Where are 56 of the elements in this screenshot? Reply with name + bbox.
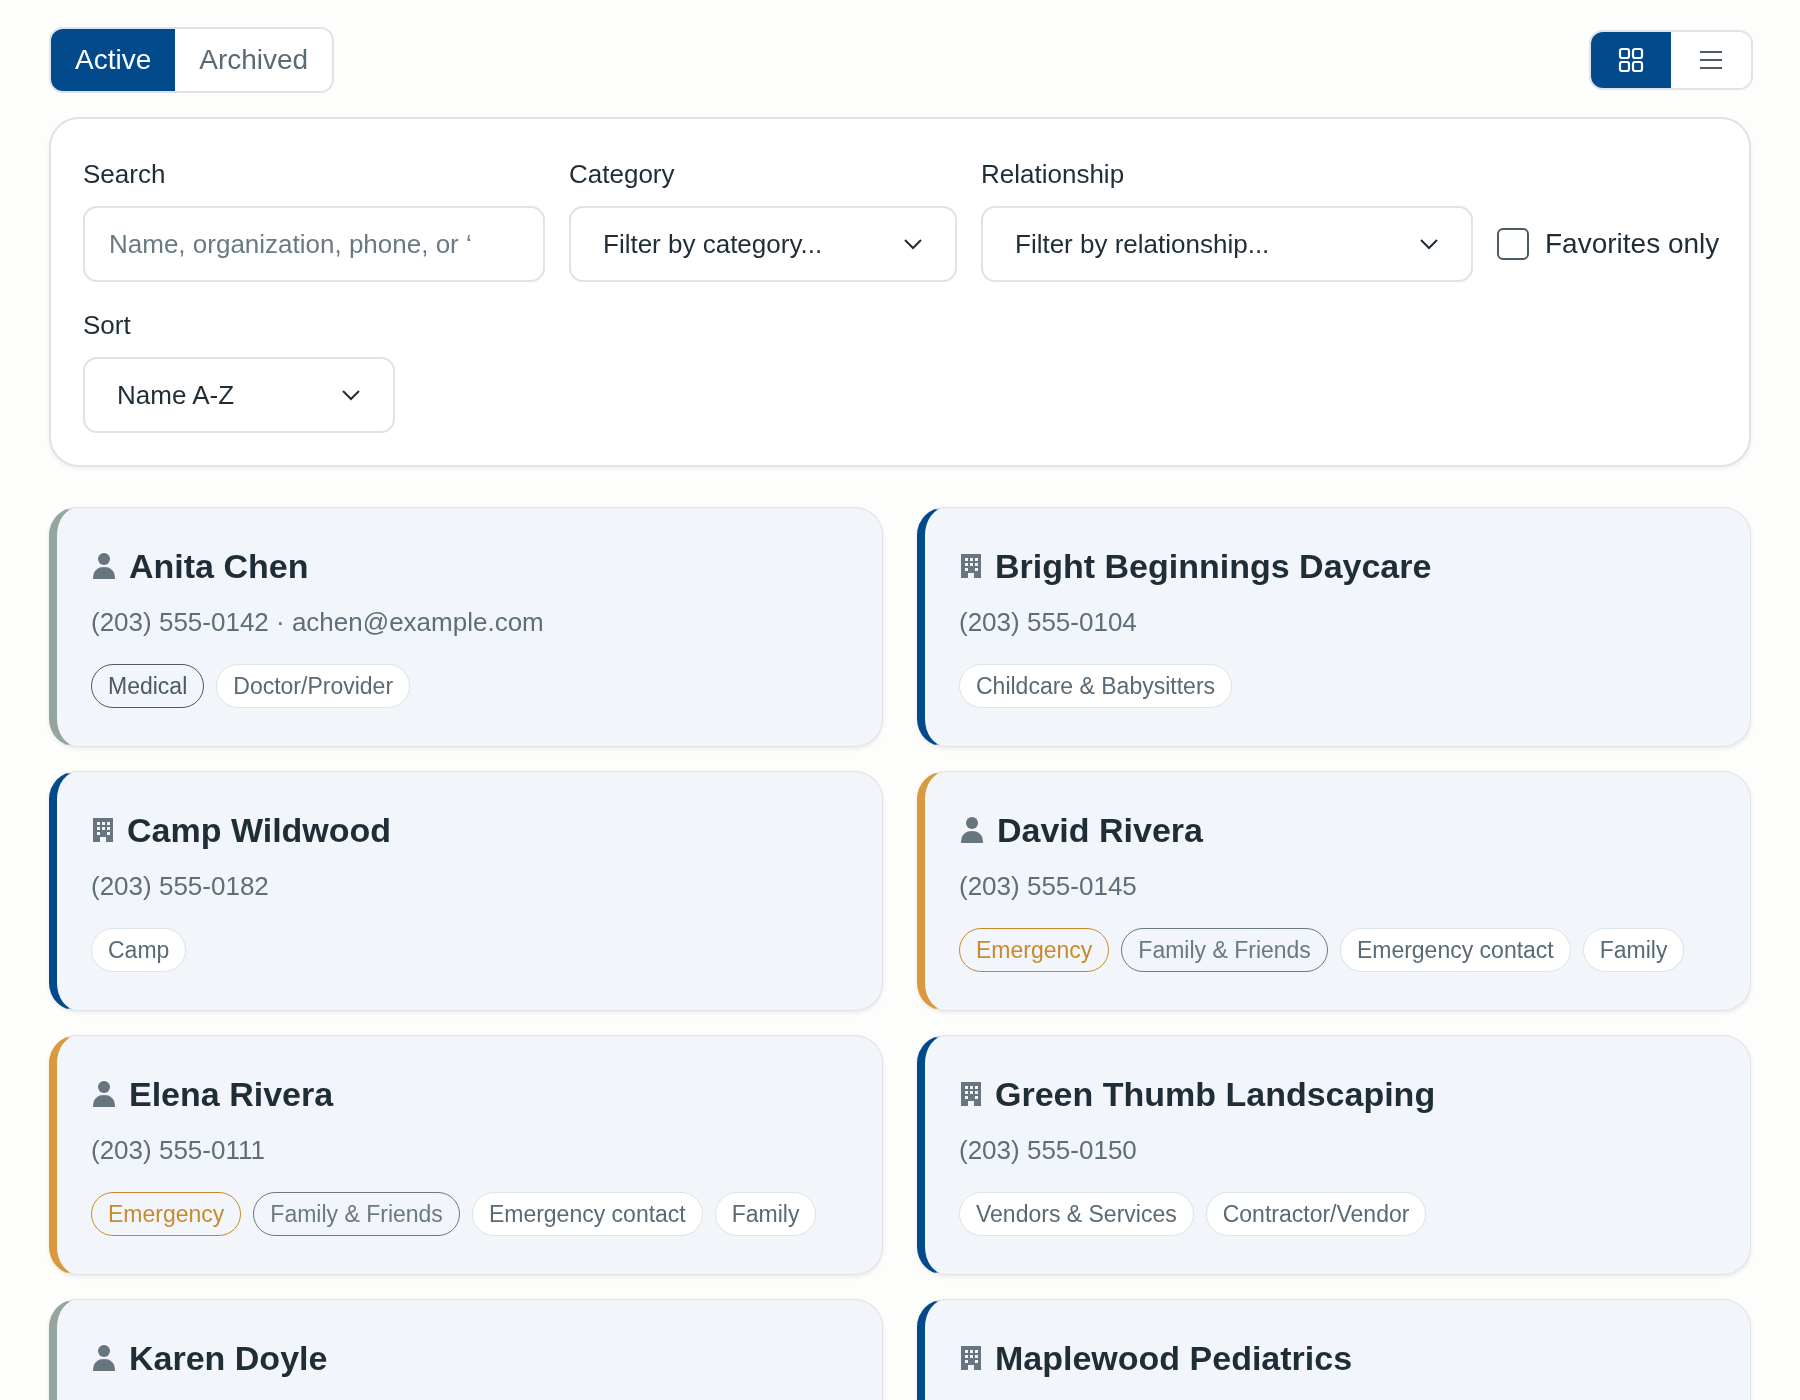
tag: Family [1582, 928, 1685, 972]
person-icon [91, 551, 117, 581]
person-icon [91, 1343, 117, 1373]
contact-card[interactable]: Green Thumb Landscaping (203) 555-0150 Vendors & Services Contractor/Vendor [917, 1035, 1751, 1275]
contact-details: (203) 555-0145 [959, 870, 1138, 903]
tag: Vendors & Services [959, 1192, 1194, 1236]
contact-name: Karen Doyle [129, 1338, 328, 1379]
building-icon [91, 816, 115, 844]
field-label: Sort [83, 309, 132, 342]
tag: Emergency contact [1339, 928, 1571, 972]
field-label: Search [83, 158, 167, 191]
contact-name: Camp Wildwood [127, 810, 392, 851]
contact-card[interactable]: Karen Doyle [49, 1299, 883, 1400]
contact-details: (203) 555-0111 [91, 1134, 266, 1167]
contact-details: (203) 555-0104 [959, 606, 1138, 639]
contact-card[interactable]: Bright Beginnings Daycare (203) 555-0104 Childcare & Babysitters [917, 507, 1751, 747]
contact-name: Elena Rivera [129, 1074, 334, 1115]
sort-select[interactable]: Name A-Z [83, 357, 395, 433]
contact-details: (203) 555-0182 [91, 870, 270, 903]
tag: Contractor/Vendor [1205, 1192, 1427, 1236]
contact-name: David Rivera [997, 810, 1203, 851]
contact-card[interactable]: Maplewood Pediatrics [917, 1299, 1751, 1400]
contact-name: Anita Chen [129, 546, 309, 587]
person-icon [91, 1079, 117, 1109]
contact-name: Maplewood Pediatrics [995, 1338, 1353, 1379]
contact-name: Bright Beginnings Daycare [995, 546, 1432, 587]
field-label: Category [569, 158, 676, 191]
status-tab[interactable]: Active [51, 29, 176, 91]
person-icon [959, 815, 985, 845]
relationship-select[interactable]: Filter by relationship... [981, 206, 1473, 282]
chevron-down-icon [1419, 238, 1439, 250]
field-label: Relationship [981, 158, 1126, 191]
tag: Emergency contact [471, 1192, 703, 1236]
chevron-down-icon [341, 389, 361, 401]
contact-card[interactable]: Elena Rivera (203) 555-0111 Emergency Family & Friends Emergency contact Family [49, 1035, 883, 1275]
tag: Camp [91, 928, 187, 972]
tag: Family [714, 1192, 817, 1236]
contact-details: (203) 555-0150 [959, 1134, 1138, 1167]
contact-details: (203) 555-0142 · achen@example.com [91, 606, 545, 639]
grid-view-button[interactable] [1591, 32, 1671, 88]
contact-card[interactable]: Anita Chen (203) 555-0142 · achen@example.com Medical Doctor/Provider [49, 507, 883, 747]
contact-card[interactable]: David Rivera (203) 555-0145 Emergency Family & Friends Emergency contact Family [917, 771, 1751, 1011]
grid-icon [1618, 47, 1644, 73]
checkbox[interactable] [1497, 228, 1529, 260]
checkbox-label: Favorites only [1545, 227, 1720, 261]
building-icon [959, 552, 983, 580]
menu-icon [1698, 49, 1724, 71]
tag: Childcare & Babysitters [959, 664, 1233, 708]
building-icon [959, 1344, 983, 1372]
tag: Doctor/Provider [216, 664, 411, 708]
contact-name: Green Thumb Landscaping [995, 1074, 1436, 1115]
search-field[interactable]: Name, organization, phone, or ‘ [83, 206, 545, 282]
category-select[interactable]: Filter by category... [569, 206, 957, 282]
chevron-down-icon [903, 238, 923, 250]
building-icon [959, 1080, 983, 1108]
contact-card[interactable]: Camp Wildwood (203) 555-0182 Camp [49, 771, 883, 1011]
